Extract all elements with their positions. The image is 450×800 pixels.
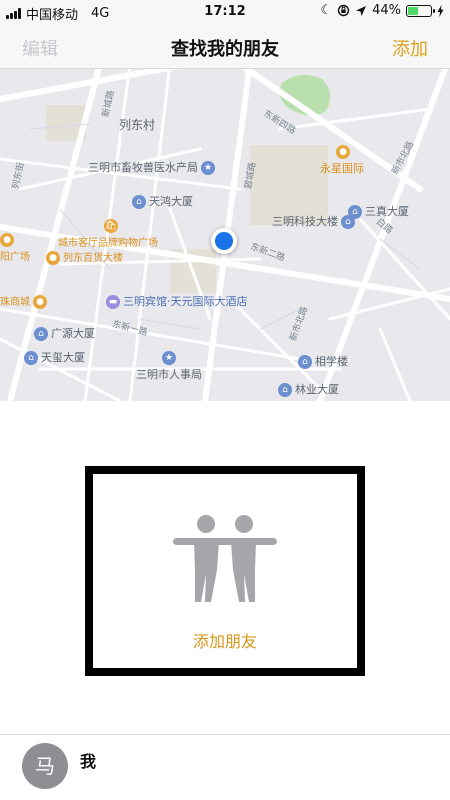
- map-label-guangyuan: ⌂ 广源大厦: [34, 325, 95, 341]
- map-label-yongxing: ● 永星国际: [320, 145, 364, 175]
- moon-icon: ☾: [320, 3, 333, 18]
- status-right: ☾ 44%: [320, 3, 444, 18]
- me-label[interactable]: 我: [80, 748, 96, 772]
- battery-fill: [408, 6, 418, 15]
- status-bar: 中国移动 4G 17:12 ☾ 44%: [0, 0, 450, 24]
- map-label-bureau: 三明市畜牧兽医水产局 ★: [88, 159, 218, 175]
- add-friend-label[interactable]: 添加朋友: [93, 628, 357, 652]
- lock-rotation-icon: [337, 4, 350, 17]
- map-view[interactable]: 列东村 三明市畜牧兽医水产局 ★ ● 永星国际 ⌂ 天鸿大厦 🛍 城市客厅品牌购物广场 …: [0, 69, 450, 401]
- map-label-tianxi: ⌂ 天玺大厦: [24, 349, 85, 365]
- map-label-baihuo: ● 列东百货大楼: [46, 249, 123, 265]
- nav-bar: 编辑 查找我的朋友 添加: [0, 24, 450, 69]
- map-label-keji: 三明科技大楼 ⌂: [272, 213, 358, 229]
- map-label-renshi: ★ 三明市人事局: [136, 351, 202, 381]
- divider: [0, 734, 450, 735]
- map-label-xiangxue: ⌂ 相学楼: [298, 353, 348, 369]
- page-title: 查找我的朋友: [171, 39, 279, 60]
- map-label-sanzhen: ⌂ 三真大厦: [348, 203, 409, 219]
- add-button[interactable]: 添加: [392, 35, 428, 61]
- battery-icon: [406, 4, 435, 17]
- map-label-hotel: ▬ 三明宾馆·天元国际大酒店: [106, 293, 248, 309]
- user-location-marker[interactable]: [211, 228, 237, 254]
- map-label-zhushang: 珠商城 ●: [0, 293, 50, 309]
- battery-percent: 44%: [372, 3, 401, 18]
- charging-icon: [437, 4, 444, 17]
- location-arrow-icon: [356, 5, 367, 16]
- map-label-tianhong: ⌂ 天鸿大厦: [132, 193, 193, 209]
- avatar[interactable]: 马: [22, 743, 68, 789]
- add-friend-panel[interactable]: 添加朋友: [85, 466, 365, 676]
- map-label-plaza: ● 阳广场: [0, 233, 30, 263]
- map-label-linye: ⌂ 林业大厦: [278, 381, 339, 397]
- map-label-mall: 🛍 城市客厅品牌购物广场: [58, 219, 158, 249]
- friends-icon: [173, 515, 277, 602]
- map-label-village: 列东村: [119, 118, 156, 132]
